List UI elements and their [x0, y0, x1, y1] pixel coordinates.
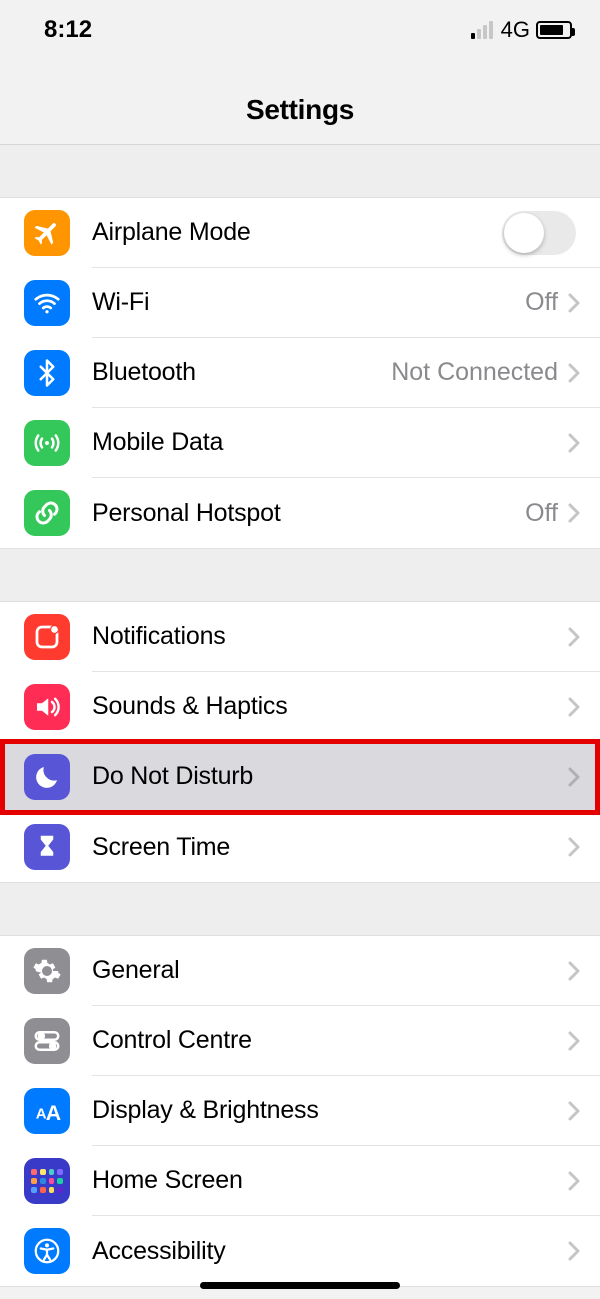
chevron-right-icon [568, 1031, 580, 1051]
home-grid-icon [24, 1158, 70, 1204]
row-label: Sounds & Haptics [92, 692, 568, 721]
chevron-right-icon [568, 837, 580, 857]
row-personal-hotspot[interactable]: Personal Hotspot Off [0, 478, 600, 548]
chevron-right-icon [568, 433, 580, 453]
row-wifi[interactable]: Wi-Fi Off [0, 268, 600, 338]
chevron-right-icon [568, 363, 580, 383]
chevron-right-icon [568, 293, 580, 313]
status-right: 4G [471, 17, 572, 43]
svg-text:A: A [46, 1101, 61, 1125]
home-indicator[interactable] [0, 1282, 600, 1289]
row-label: Home Screen [92, 1166, 568, 1195]
chevron-right-icon [568, 697, 580, 717]
row-label: Do Not Disturb [92, 762, 568, 791]
chevron-right-icon [568, 503, 580, 523]
status-time: 8:12 [44, 16, 92, 44]
row-bluetooth[interactable]: Bluetooth Not Connected [0, 338, 600, 408]
row-label: Screen Time [92, 833, 568, 862]
row-label: Notifications [92, 622, 568, 651]
gear-icon [24, 948, 70, 994]
link-icon [24, 490, 70, 536]
chevron-right-icon [568, 1241, 580, 1261]
accessibility-icon [24, 1228, 70, 1274]
airplane-icon [24, 210, 70, 256]
row-label: Airplane Mode [92, 218, 502, 247]
settings-group-general: General Control Centre AA Display & Brig… [0, 935, 600, 1287]
chevron-right-icon [568, 627, 580, 647]
settings-group-alerts: Notifications Sounds & Haptics Do Not Di… [0, 601, 600, 883]
moon-icon [24, 754, 70, 800]
row-label: General [92, 956, 568, 985]
notification-icon [24, 614, 70, 660]
row-label: Mobile Data [92, 428, 568, 457]
row-label: Accessibility [92, 1237, 568, 1266]
row-home-screen[interactable]: Home Screen [0, 1146, 600, 1216]
chevron-right-icon [568, 1101, 580, 1121]
network-type: 4G [501, 17, 530, 43]
speaker-icon [24, 684, 70, 730]
row-display-brightness[interactable]: AA Display & Brightness [0, 1076, 600, 1146]
row-sounds-haptics[interactable]: Sounds & Haptics [0, 672, 600, 742]
chevron-right-icon [568, 1171, 580, 1191]
row-do-not-disturb[interactable]: Do Not Disturb [0, 742, 600, 812]
antenna-icon [24, 420, 70, 466]
text-size-icon: AA [24, 1088, 70, 1134]
chevron-right-icon [568, 767, 580, 787]
row-value: Off [525, 288, 558, 317]
row-value: Not Connected [391, 358, 558, 387]
row-general[interactable]: General [0, 936, 600, 1006]
bluetooth-icon [24, 350, 70, 396]
settings-group-connectivity: Airplane Mode Wi-Fi Off Bluetooth Not Co… [0, 197, 600, 549]
row-accessibility[interactable]: Accessibility [0, 1216, 600, 1286]
row-value: Off [525, 499, 558, 528]
hourglass-icon [24, 824, 70, 870]
row-airplane-mode[interactable]: Airplane Mode [0, 198, 600, 268]
row-mobile-data[interactable]: Mobile Data [0, 408, 600, 478]
airplane-switch[interactable] [502, 211, 576, 255]
row-label: Display & Brightness [92, 1096, 568, 1125]
row-label: Control Centre [92, 1026, 568, 1055]
row-label: Bluetooth [92, 358, 391, 387]
status-bar: 8:12 4G [0, 0, 600, 46]
page-title: Settings [0, 94, 600, 126]
row-label: Wi-Fi [92, 288, 525, 317]
cellular-signal-icon [471, 21, 493, 39]
row-screen-time[interactable]: Screen Time [0, 812, 600, 882]
row-label: Personal Hotspot [92, 499, 525, 528]
row-notifications[interactable]: Notifications [0, 602, 600, 672]
battery-icon [536, 21, 572, 39]
chevron-right-icon [568, 961, 580, 981]
toggles-icon [24, 1018, 70, 1064]
row-control-centre[interactable]: Control Centre [0, 1006, 600, 1076]
wifi-icon [24, 280, 70, 326]
